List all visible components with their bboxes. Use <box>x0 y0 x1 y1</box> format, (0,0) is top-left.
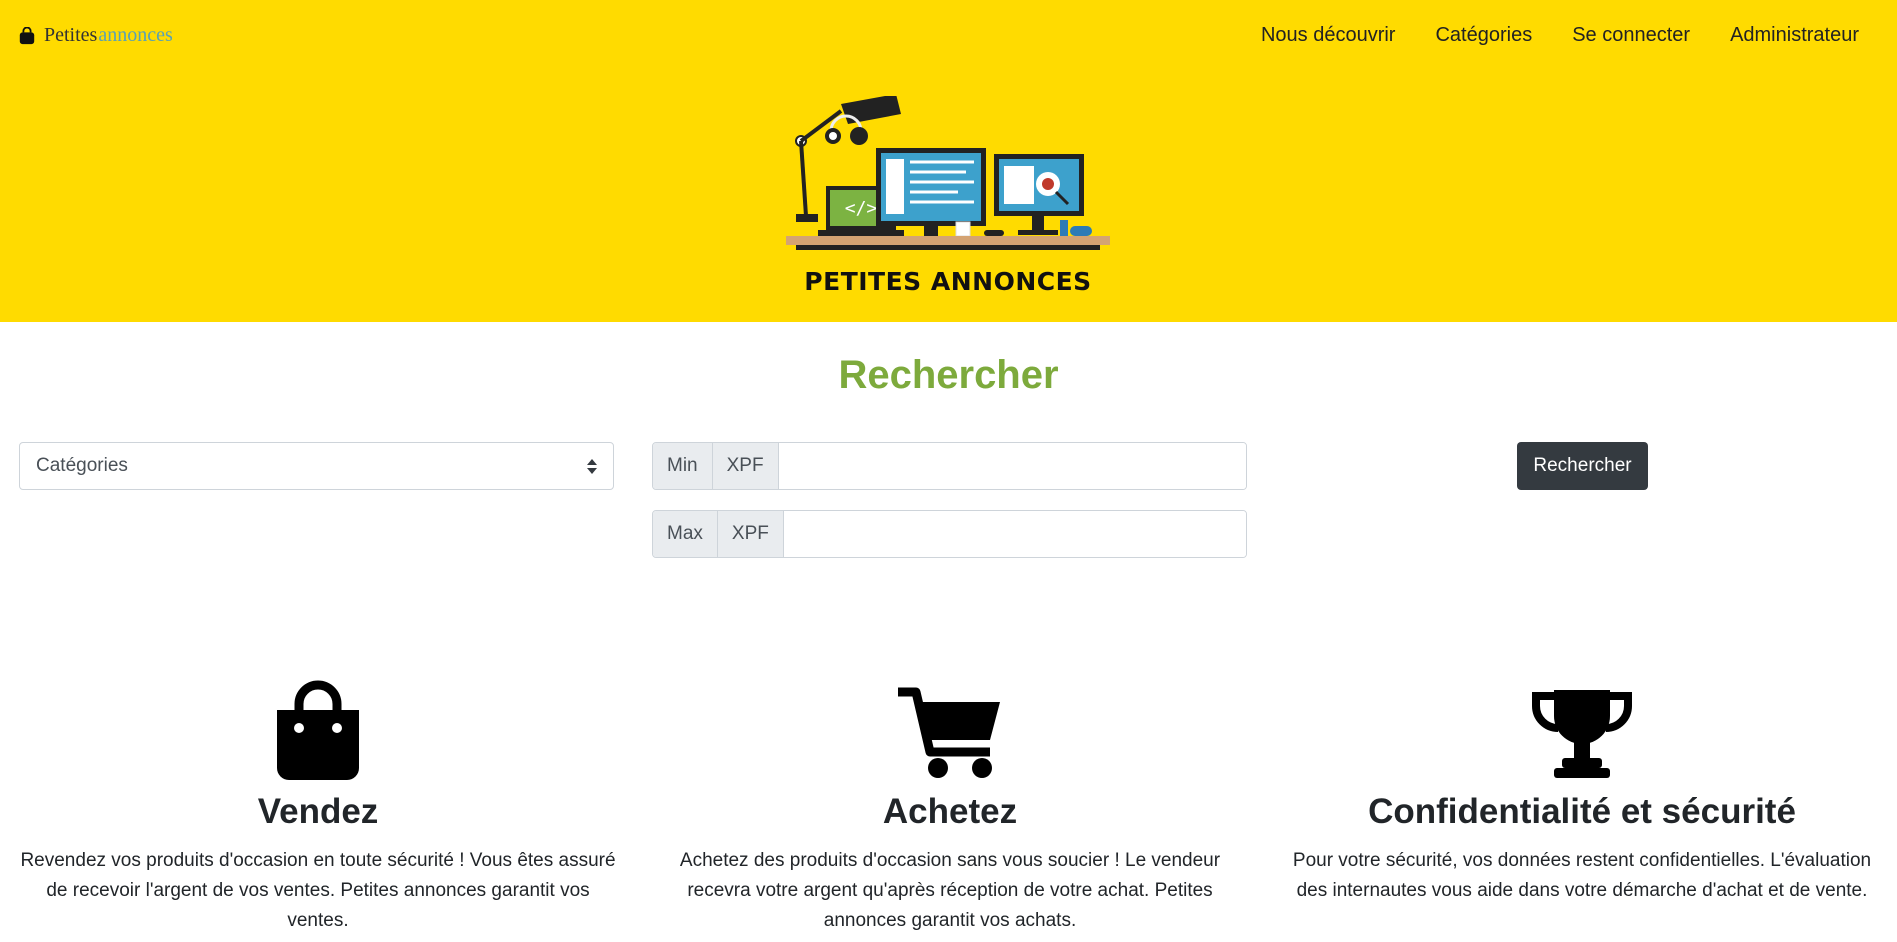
shopping-cart-icon <box>898 687 1000 778</box>
search-title: Rechercher <box>838 353 1059 397</box>
trophy-icon <box>1532 690 1632 778</box>
brand-logo[interactable]: Petites annonces <box>18 24 173 47</box>
feature-title: Confidentialité et sécurité <box>1368 792 1796 831</box>
min-price-group: Min XPF <box>652 442 1247 490</box>
min-label: Min <box>653 443 713 489</box>
hero-banner: Petites annonces Nous découvrir Catégori… <box>0 0 1897 322</box>
max-label: Max <box>653 511 718 557</box>
brand-name-part2: annonces <box>98 24 173 46</box>
nav-link-login[interactable]: Se connecter <box>1572 24 1690 47</box>
min-price-input[interactable] <box>778 443 1246 489</box>
feature-text: Pour votre sécurité, vos données restent… <box>1292 850 1872 901</box>
feature-title: Vendez <box>257 792 379 831</box>
feature-text: Achetez des produits d'occasion sans vou… <box>679 850 1221 931</box>
svg-text:</>: </> <box>845 198 878 219</box>
monitor-icon-2 <box>994 154 1084 235</box>
hero-logo-text: PETITES ANNONCES <box>804 267 1092 296</box>
nav-link-categories[interactable]: Catégories <box>1435 24 1532 47</box>
nav-link-discover[interactable]: Nous découvrir <box>1261 24 1396 47</box>
search-button[interactable]: Rechercher <box>1517 442 1648 490</box>
min-currency: XPF <box>712 443 779 489</box>
feature-privacy: Confidentialité et sécurité Pour votre s… <box>1282 680 1882 906</box>
shopping-bag-icon <box>19 26 35 44</box>
feature-title: Achetez <box>882 792 1018 831</box>
nav-link-admin[interactable]: Administrateur <box>1730 24 1859 47</box>
feature-sell: Vendez Revendez vos produits d'occasion … <box>18 680 618 936</box>
max-currency: XPF <box>717 511 784 557</box>
main-navigation: Nous découvrir Catégories Se connecter A… <box>1261 24 1859 47</box>
brand-name-part1: Petites <box>44 24 98 46</box>
category-select[interactable]: Catégories <box>19 442 614 490</box>
select-caret-icon <box>587 458 597 474</box>
max-price-input[interactable] <box>783 511 1246 557</box>
category-select-value: Catégories <box>36 455 128 476</box>
shopping-bag-icon <box>277 680 359 780</box>
desk-illustration: </> <box>786 96 1110 250</box>
feature-text: Revendez vos produits d'occasion en tout… <box>20 850 616 931</box>
feature-buy: Achetez Achetez des produits d'occasion … <box>650 680 1250 936</box>
max-price-group: Max XPF <box>652 510 1247 558</box>
